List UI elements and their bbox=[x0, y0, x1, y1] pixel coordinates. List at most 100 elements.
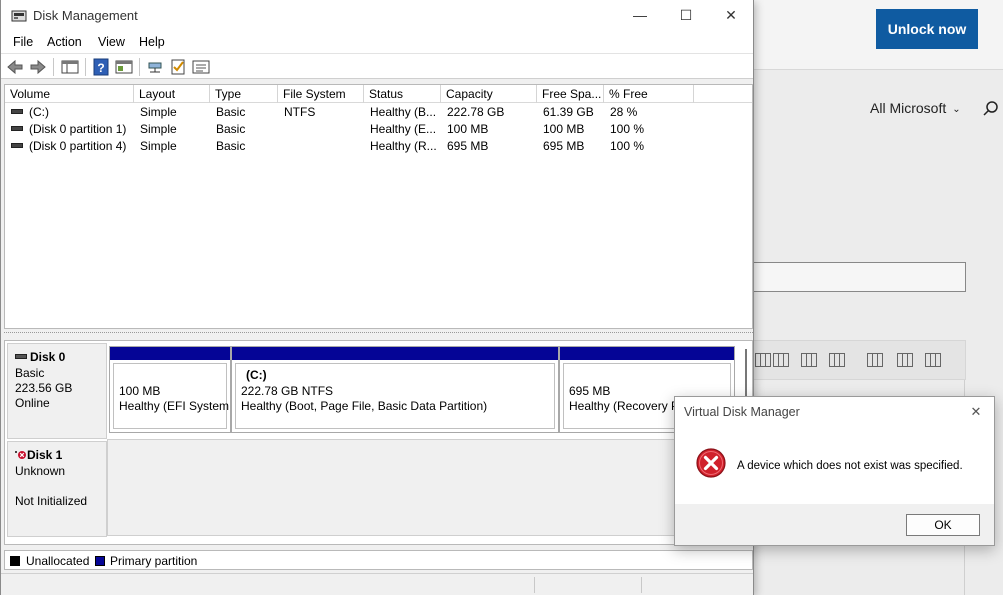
menu-help[interactable]: Help bbox=[139, 35, 165, 49]
table-tool-icon[interactable] bbox=[755, 353, 771, 367]
type-cell: Basic bbox=[216, 122, 246, 136]
status-bar-divider bbox=[534, 577, 535, 593]
volume-cell: (C:) bbox=[5, 104, 134, 121]
capacity-cell: 695 MB bbox=[447, 139, 489, 153]
disk-0-status: Online bbox=[15, 396, 50, 410]
partition-size: 100 MB bbox=[119, 384, 161, 398]
disk-1-label[interactable]: Disk 1 Unknown Not Initialized bbox=[7, 441, 107, 537]
percent-free-cell: 100 % bbox=[610, 122, 645, 136]
search-icon[interactable] bbox=[982, 100, 1000, 118]
dialog-footer: OK bbox=[675, 504, 994, 545]
disk-0-label[interactable]: Disk 0 Basic 223.56 GB Online bbox=[7, 343, 107, 439]
minimize-button[interactable]: — bbox=[617, 0, 663, 31]
capacity-cell: 222.78 GB bbox=[447, 105, 505, 119]
virtual-disk-manager-dialog: Virtual Disk Manager ✕ A device which do… bbox=[674, 396, 995, 546]
table-tool-icon[interactable] bbox=[925, 353, 941, 367]
background-input[interactable] bbox=[748, 262, 966, 292]
svg-text:?: ? bbox=[97, 61, 104, 75]
back-icon[interactable] bbox=[5, 57, 25, 77]
show-hide-tree-icon[interactable] bbox=[60, 57, 80, 77]
partition-status: Healthy (Boot, Page File, Basic Data Par… bbox=[241, 399, 488, 413]
table-tool-icon[interactable] bbox=[829, 353, 845, 367]
column-header-capacity[interactable]: Capacity bbox=[441, 85, 537, 103]
ok-button[interactable]: OK bbox=[906, 514, 980, 536]
primary-partition-bar bbox=[232, 347, 558, 360]
menu-action[interactable]: Action bbox=[47, 35, 82, 49]
partition-efi-body: 100 MB Healthy (EFI System bbox=[113, 363, 230, 429]
maximize-button[interactable]: ☐ bbox=[663, 0, 709, 31]
table-tool-icon[interactable] bbox=[867, 353, 883, 367]
file-system-cell bbox=[278, 138, 364, 155]
partition-efi[interactable]: 100 MB Healthy (EFI System bbox=[109, 346, 231, 433]
disk-1-name: Disk 1 bbox=[15, 448, 62, 462]
status-bar-divider bbox=[641, 577, 642, 593]
check-icon[interactable] bbox=[168, 57, 188, 77]
file-system-cell: NTFS bbox=[284, 105, 316, 119]
volume-drive-icon bbox=[11, 143, 23, 148]
disk-0-name: Disk 0 bbox=[15, 350, 65, 364]
connect-icon[interactable] bbox=[145, 57, 165, 77]
toolbar-separator bbox=[53, 58, 54, 76]
menu-file[interactable]: File bbox=[13, 35, 33, 49]
partition-status: Healthy (EFI System bbox=[119, 399, 230, 413]
column-header-type[interactable]: Type bbox=[210, 85, 278, 103]
chevron-down-icon: ⌄ bbox=[952, 104, 961, 115]
all-microsoft-dropdown[interactable]: All Microsoft ⌄ bbox=[870, 100, 961, 116]
disk-1-space[interactable] bbox=[107, 439, 750, 536]
toolbar-separator bbox=[85, 58, 86, 76]
layout-cell: Simple bbox=[140, 122, 177, 136]
unlock-now-button[interactable]: Unlock now bbox=[876, 9, 978, 49]
disk-error-icon bbox=[15, 451, 26, 459]
partition-size: 695 MB bbox=[569, 384, 611, 398]
primary-partition-bar bbox=[110, 347, 230, 360]
toolbar: ? bbox=[1, 53, 753, 79]
disk-0-type: Basic bbox=[15, 366, 45, 380]
dialog-title: Virtual Disk Manager bbox=[684, 405, 800, 419]
column-header-layout[interactable]: Layout bbox=[134, 85, 210, 103]
dialog-close-button[interactable]: ✕ bbox=[966, 402, 986, 422]
table-tool-icon[interactable] bbox=[801, 353, 817, 367]
status-bar bbox=[1, 573, 753, 595]
type-cell: Basic bbox=[216, 139, 246, 153]
volume-cell: (Disk 0 partition 4) bbox=[5, 138, 134, 155]
table-row[interactable]: (C:) Simple Basic NTFS Healthy (B... 222… bbox=[5, 104, 752, 121]
column-header-free-space[interactable]: Free Spa... bbox=[537, 85, 604, 103]
table-row[interactable]: (Disk 0 partition 1) Simple Basic Health… bbox=[5, 121, 752, 138]
toolbar-separator bbox=[139, 58, 140, 76]
percent-free-cell: 100 % bbox=[610, 139, 645, 153]
legend: Unallocated Primary partition bbox=[4, 550, 753, 570]
primary-partition-bar bbox=[560, 347, 734, 360]
properties-icon[interactable] bbox=[114, 57, 134, 77]
table-tool-icon[interactable] bbox=[897, 353, 913, 367]
volume-drive-icon bbox=[11, 126, 23, 131]
disk-1-type: Unknown bbox=[15, 464, 66, 478]
list-icon[interactable] bbox=[191, 57, 211, 77]
disk-management-window: Disk Management — ☐ ✕ File Action View H… bbox=[0, 0, 754, 595]
free-space-cell: 100 MB bbox=[543, 122, 585, 136]
legend-label-primary: Primary partition bbox=[110, 554, 198, 568]
table-tool-icon[interactable] bbox=[773, 353, 789, 367]
help-icon[interactable]: ? bbox=[91, 57, 111, 77]
volume-list: Volume Layout Type File System Status Ca… bbox=[4, 84, 753, 329]
legend-swatch-primary bbox=[95, 556, 105, 566]
column-header-percent-free[interactable]: % Free bbox=[604, 85, 694, 103]
capacity-cell: 100 MB bbox=[447, 122, 489, 136]
pane-splitter[interactable] bbox=[4, 332, 753, 335]
column-header-volume[interactable]: Volume bbox=[5, 85, 134, 103]
status-cell: Healthy (R... bbox=[370, 139, 437, 153]
error-icon bbox=[696, 448, 726, 478]
partition-c[interactable]: (C:) 222.78 GB NTFS Healthy (Boot, Page … bbox=[231, 346, 559, 433]
layout-cell: Simple bbox=[140, 105, 177, 119]
table-row[interactable]: (Disk 0 partition 4) Simple Basic Health… bbox=[5, 138, 752, 155]
close-button[interactable]: ✕ bbox=[708, 0, 754, 31]
forward-icon[interactable] bbox=[28, 57, 48, 77]
layout-cell: Simple bbox=[140, 139, 177, 153]
window-title: Disk Management bbox=[33, 8, 138, 23]
menu-view[interactable]: View bbox=[98, 35, 125, 49]
column-header-status[interactable]: Status bbox=[364, 85, 441, 103]
status-cell: Healthy (B... bbox=[370, 105, 437, 119]
title-bar[interactable]: Disk Management — ☐ ✕ bbox=[1, 0, 753, 31]
column-header-file-system[interactable]: File System bbox=[278, 85, 364, 103]
disk-icon bbox=[15, 354, 27, 359]
volume-list-header: Volume Layout Type File System Status Ca… bbox=[5, 85, 752, 103]
